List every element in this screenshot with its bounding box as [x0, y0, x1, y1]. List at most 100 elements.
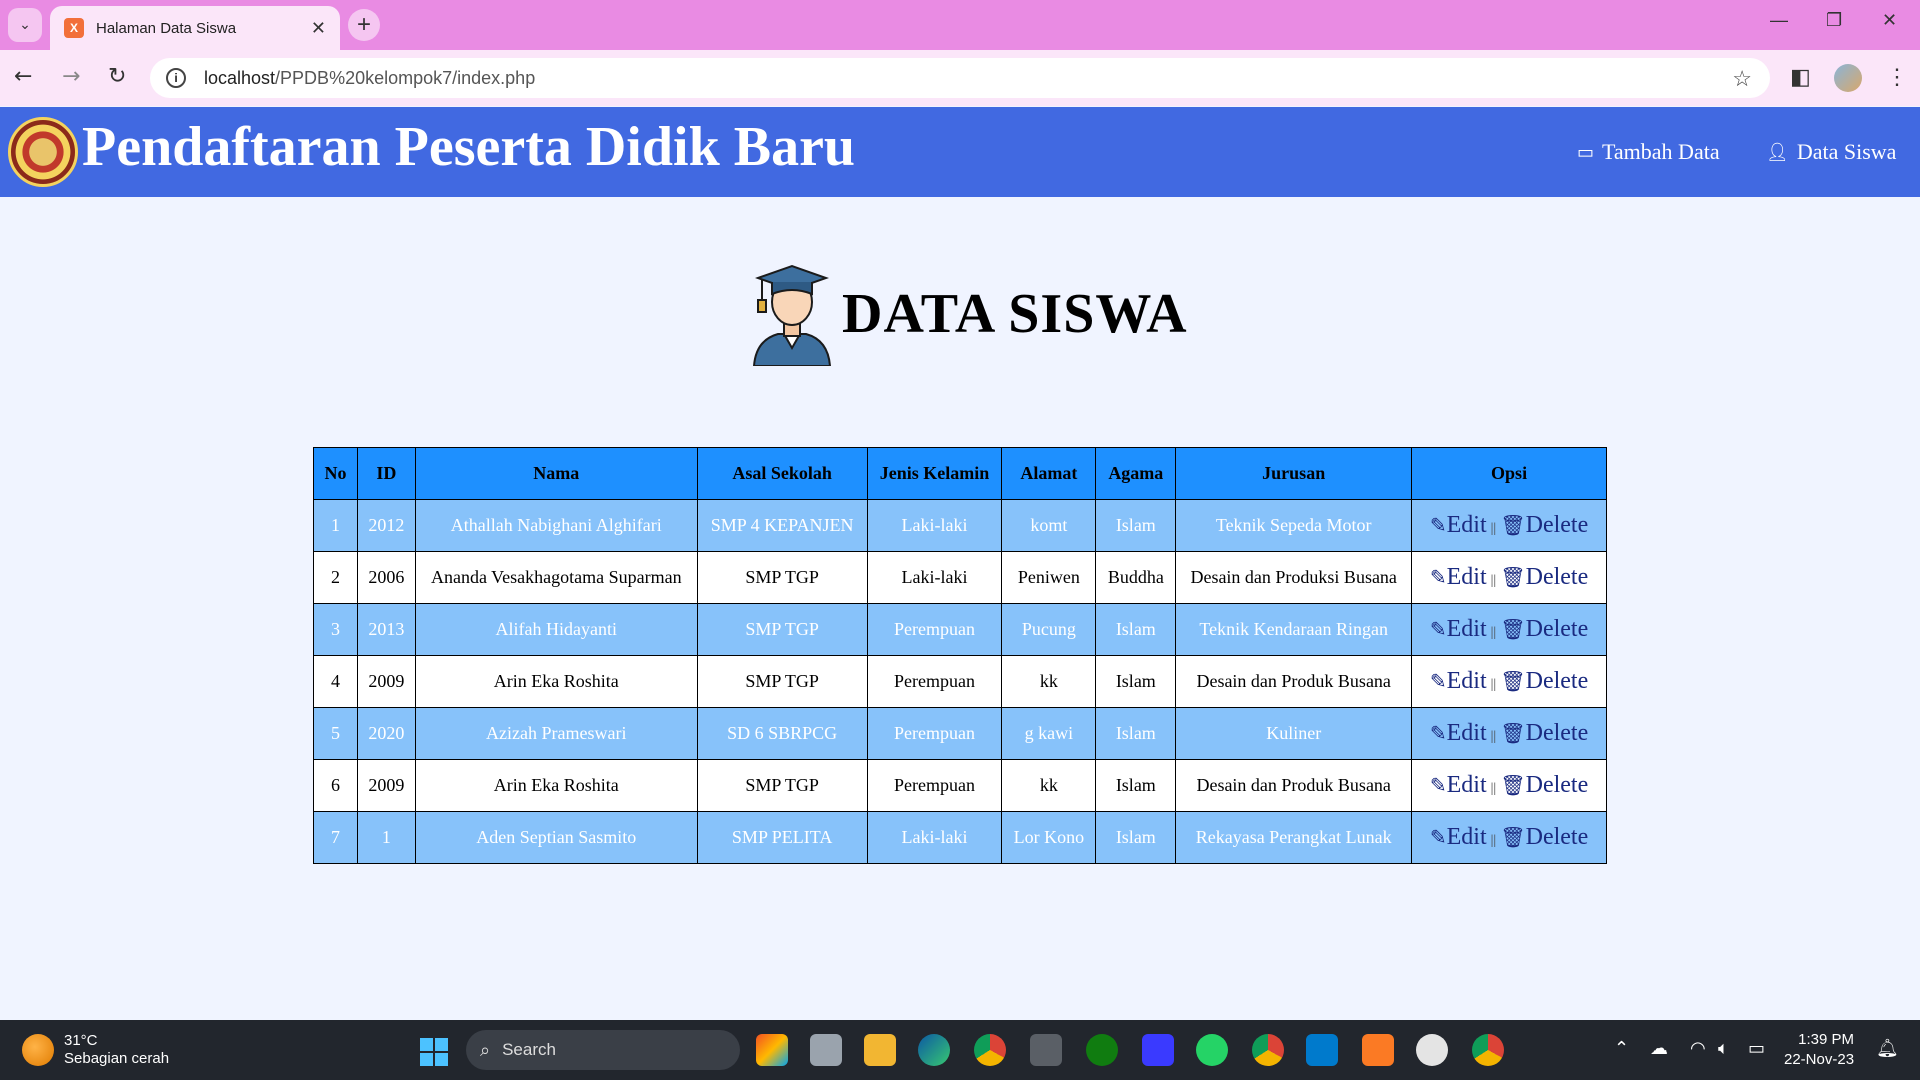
chrome-icon[interactable]	[974, 1034, 1006, 1066]
option-separator: ||	[1490, 781, 1497, 796]
col-header-jurusan: Jurusan	[1175, 447, 1413, 500]
taskbar-search-label: Search	[502, 1040, 556, 1059]
option-separator: ||	[1490, 729, 1497, 744]
table-row: 5 2020 Azizah Prameswari SD 6 SBRPCG Perempu…	[313, 707, 1607, 760]
edit-label: Edit	[1446, 616, 1487, 642]
url-host: localhost	[204, 67, 276, 88]
profile-avatar[interactable]	[1834, 64, 1862, 92]
cell-id: 2006	[356, 551, 416, 604]
whatsapp-icon[interactable]	[1196, 1034, 1228, 1066]
edit-label: Edit	[1446, 772, 1487, 798]
tab-search-button[interactable]: ⌄	[8, 8, 42, 42]
system-clock[interactable]: 1:39 PM 22-Nov-23	[1784, 1030, 1854, 1070]
nav-data-siswa-label: Data Siswa	[1796, 139, 1897, 164]
app-icon[interactable]	[1142, 1034, 1174, 1066]
taskbar-search[interactable]: ⌕ Search	[466, 1030, 740, 1070]
cell-id: 2009	[356, 655, 416, 708]
delete-button[interactable]: 🗑︎Delete	[1500, 720, 1588, 746]
forward-arrow-icon[interactable]: →	[62, 64, 80, 89]
delete-button[interactable]: 🗑︎Delete	[1500, 616, 1588, 642]
wifi-icon[interactable]: ◠	[1690, 1038, 1706, 1059]
new-tab-button[interactable]: +	[348, 9, 380, 41]
edit-button[interactable]: ✎Edit	[1430, 668, 1487, 694]
delete-label: Delete	[1525, 824, 1589, 850]
edit-button[interactable]: ✎Edit	[1430, 512, 1487, 538]
close-tab-icon[interactable]: ✕	[311, 18, 326, 39]
minimize-icon[interactable]: —	[1770, 10, 1788, 31]
delete-label: Delete	[1525, 564, 1589, 590]
bookmark-star-icon[interactable]: ☆	[1732, 66, 1752, 92]
delete-button[interactable]: 🗑︎Delete	[1500, 668, 1588, 694]
file-explorer-icon[interactable]	[864, 1034, 896, 1066]
chrome-profile-icon[interactable]	[1252, 1034, 1284, 1066]
side-panel-icon[interactable]: ◧	[1790, 64, 1811, 90]
nav-data-siswa[interactable]: 👤︎ Data Siswa	[1766, 139, 1896, 165]
unity-icon[interactable]	[1030, 1034, 1062, 1066]
edit-icon: ✎	[1429, 723, 1447, 745]
volume-icon[interactable]: 🔈︎	[1718, 1038, 1729, 1059]
cell-alamat: g kawi	[1001, 707, 1097, 760]
edit-button[interactable]: ✎Edit	[1430, 824, 1487, 850]
cell-agama: Islam	[1095, 759, 1177, 812]
xbox-icon[interactable]	[1086, 1034, 1118, 1066]
task-view-icon[interactable]	[810, 1034, 842, 1066]
chrome-active-icon[interactable]	[1472, 1034, 1504, 1066]
nav-tambah-data[interactable]: ▭ Tambah Data	[1577, 139, 1720, 165]
browser-tab[interactable]: X Halaman Data Siswa ✕	[50, 6, 340, 50]
graduate-student-icon	[752, 264, 832, 366]
edit-icon: ✎	[1429, 619, 1447, 641]
site-info-icon[interactable]: i	[166, 68, 186, 88]
window-close-icon[interactable]: ✕	[1882, 10, 1897, 31]
edit-label: Edit	[1446, 512, 1487, 538]
restore-icon[interactable]: ❐	[1826, 10, 1842, 31]
obs-icon[interactable]	[1416, 1034, 1448, 1066]
trash-icon: 🗑︎	[1500, 827, 1526, 849]
cell-jurusan: Desain dan Produksi Busana	[1175, 551, 1413, 604]
edit-button[interactable]: ✎Edit	[1430, 772, 1487, 798]
reload-icon[interactable]: ↻	[108, 64, 126, 89]
delete-button[interactable]: 🗑︎Delete	[1500, 772, 1588, 798]
delete-button[interactable]: 🗑︎Delete	[1500, 512, 1588, 538]
windows-taskbar: 31°C Sebagian cerah ⌕ Search ⌃ ☁ ◠ 🔈︎ ▭ …	[0, 1020, 1920, 1080]
edit-label: Edit	[1446, 824, 1487, 850]
cell-asal-sekolah: SMP TGP	[696, 603, 868, 656]
xampp-icon[interactable]	[1362, 1034, 1394, 1066]
cell-jenis-kelamin: Perempuan	[866, 759, 1003, 812]
cell-no: 3	[313, 603, 358, 656]
edit-icon: ✎	[1429, 567, 1447, 589]
onedrive-cloud-icon[interactable]: ☁	[1650, 1038, 1668, 1059]
cell-agama: Islam	[1095, 707, 1177, 760]
menu-dots-icon[interactable]: ⋮	[1886, 64, 1908, 90]
delete-button[interactable]: 🗑︎Delete	[1500, 564, 1588, 590]
edit-icon: ✎	[1429, 827, 1447, 849]
address-bar[interactable]: i localhost/PPDB%20kelompok7/index.php ☆	[150, 58, 1770, 98]
clock-time: 1:39 PM	[1798, 1031, 1855, 1048]
cell-nama: Azizah Prameswari	[414, 707, 698, 760]
cell-no: 6	[313, 759, 358, 812]
edit-button[interactable]: ✎Edit	[1430, 720, 1487, 746]
edit-button[interactable]: ✎Edit	[1430, 564, 1487, 590]
notification-bell-icon[interactable]: 🔔︎	[1876, 1038, 1899, 1059]
tab-title: Halaman Data Siswa	[96, 19, 237, 37]
tray-chevron-up-icon[interactable]: ⌃	[1614, 1038, 1629, 1059]
vscode-icon[interactable]	[1306, 1034, 1338, 1066]
cell-agama: Islam	[1095, 603, 1177, 656]
weather-widget[interactable]: 31°C Sebagian cerah	[22, 1032, 169, 1068]
cell-agama: Buddha	[1095, 551, 1177, 604]
copilot-icon[interactable]	[756, 1034, 788, 1066]
cell-asal-sekolah: SMP 4 KEPANJEN	[696, 499, 868, 552]
cell-id: 2012	[356, 499, 416, 552]
battery-icon[interactable]: ▭	[1748, 1038, 1765, 1059]
back-arrow-icon[interactable]: ←	[14, 64, 32, 89]
delete-button[interactable]: 🗑︎Delete	[1500, 824, 1588, 850]
cell-opsi: ✎Edit || 🗑︎Delete	[1411, 707, 1607, 760]
trash-icon: 🗑︎	[1500, 567, 1526, 589]
partly-sunny-icon	[22, 1034, 54, 1066]
windows-start-icon[interactable]	[420, 1038, 448, 1066]
cell-opsi: ✎Edit || 🗑︎Delete	[1411, 811, 1607, 864]
cell-opsi: ✎Edit || 🗑︎Delete	[1411, 655, 1607, 708]
edge-icon[interactable]	[918, 1034, 950, 1066]
edit-button[interactable]: ✎Edit	[1430, 616, 1487, 642]
cell-nama: Aden Septian Sasmito	[414, 811, 698, 864]
user-icon: 👤︎	[1766, 141, 1789, 162]
